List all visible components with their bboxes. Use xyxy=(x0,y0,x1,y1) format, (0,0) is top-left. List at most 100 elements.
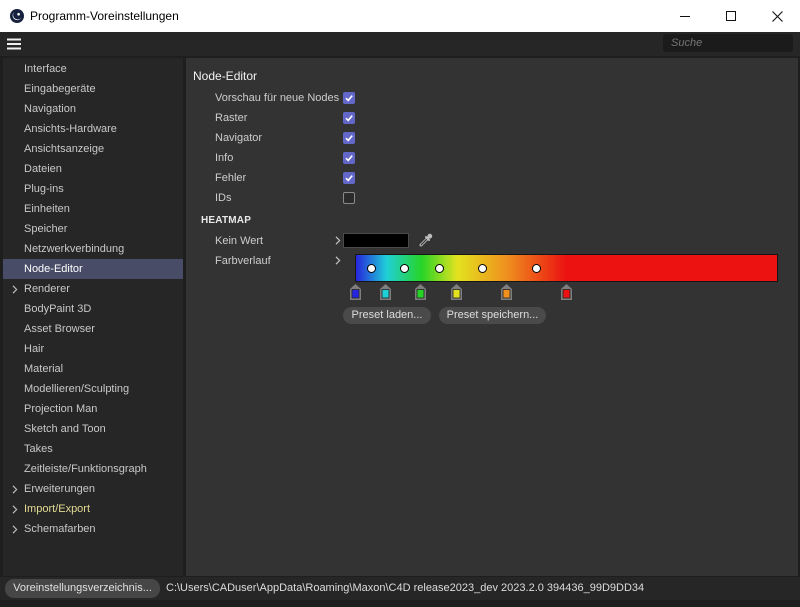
gradient-label: Farbverlauf xyxy=(215,255,271,267)
sidebar-item-label: Interface xyxy=(24,63,67,75)
sidebar-item-hair[interactable]: Hair xyxy=(3,339,183,359)
sidebar-item-label: Takes xyxy=(24,443,53,455)
eyedropper-icon[interactable] xyxy=(418,232,434,248)
gradient-knot[interactable] xyxy=(349,284,361,300)
sidebar-item-import-export[interactable]: Import/Export xyxy=(3,499,183,519)
sidebar-item-label: Schemafarben xyxy=(24,523,96,535)
no-value-color-swatch[interactable] xyxy=(343,233,409,248)
cinema4d-logo-icon xyxy=(10,9,24,23)
menu-icon[interactable] xyxy=(7,38,21,50)
sidebar-item-label: Sketch and Toon xyxy=(24,423,106,435)
prefs-path: C:\Users\CADuser\AppData\Roaming\Maxon\C… xyxy=(166,582,645,594)
raster-checkbox[interactable] xyxy=(343,112,355,124)
search-input[interactable] xyxy=(663,34,793,52)
sidebar-item-einheiten[interactable]: Einheiten xyxy=(3,199,183,219)
gradient-knot[interactable] xyxy=(451,284,463,300)
gradient-midpoint-knot[interactable] xyxy=(366,264,376,273)
preset-load-button[interactable]: Preset laden... xyxy=(343,307,431,324)
sidebar-item-navigation[interactable]: Navigation xyxy=(3,99,183,119)
option-label: Info xyxy=(215,152,234,164)
minimize-icon xyxy=(680,16,690,17)
info-checkbox[interactable] xyxy=(343,152,355,164)
chevron-right-icon[interactable] xyxy=(12,505,18,514)
gradient-knot[interactable] xyxy=(415,284,427,300)
checkmark-icon xyxy=(345,155,353,162)
sidebar-item-label: Projection Man xyxy=(24,403,98,415)
sidebar-item-material[interactable]: Material xyxy=(3,359,183,379)
option-row-info: Info xyxy=(186,148,586,168)
sidebar-item-ansichts-hardware[interactable]: Ansichts-Hardware xyxy=(3,119,183,139)
preset-save-button[interactable]: Preset speichern... xyxy=(439,307,546,324)
sidebar-item-speicher[interactable]: Speicher xyxy=(3,219,183,239)
window-title: Programm-Voreinstellungen xyxy=(30,9,179,23)
option-row-fehler: Fehler xyxy=(186,168,586,188)
sidebar-item-label: Asset Browser xyxy=(24,323,95,335)
gradient-knot-row xyxy=(349,284,778,300)
sidebar-item-ansichtsanzeige[interactable]: Ansichtsanzeige xyxy=(3,139,183,159)
option-label: Raster xyxy=(215,112,248,124)
checkmark-icon xyxy=(345,115,353,122)
maximize-icon xyxy=(726,11,736,21)
sidebar-item-label: Hair xyxy=(24,343,45,355)
sidebar-item-takes[interactable]: Takes xyxy=(3,439,183,459)
sidebar-item-eingabegeraete[interactable]: Eingabegeräte xyxy=(3,79,183,99)
sidebar-item-label: Modellieren/Sculpting xyxy=(24,383,130,395)
sidebar-item-label: Eingabegeräte xyxy=(24,83,96,95)
sidebar-item-zeitleiste-funktionsgraph[interactable]: Zeitleiste/Funktionsgraph xyxy=(3,459,183,479)
sidebar-item-renderer[interactable]: Renderer xyxy=(3,279,183,299)
chevron-right-icon[interactable] xyxy=(12,285,18,294)
checkmark-icon xyxy=(345,135,353,142)
sidebar-item-plug-ins[interactable]: Plug-ins xyxy=(3,179,183,199)
ids-checkbox[interactable] xyxy=(343,192,355,204)
sidebar-item-label: Navigation xyxy=(24,103,76,115)
navigator-checkbox[interactable] xyxy=(343,132,355,144)
gradient-midpoint-knot[interactable] xyxy=(477,264,487,273)
chevron-right-icon[interactable] xyxy=(335,256,341,265)
toolbar xyxy=(0,32,800,56)
sidebar-item-erweiterungen[interactable]: Erweiterungen xyxy=(3,479,183,499)
chevron-right-icon[interactable] xyxy=(335,236,341,245)
vorschau-checkbox[interactable] xyxy=(343,92,355,104)
sidebar-item-asset-browser[interactable]: Asset Browser xyxy=(3,319,183,339)
option-row-navigator: Navigator xyxy=(186,128,586,148)
maximize-button[interactable] xyxy=(708,0,754,32)
chevron-right-icon[interactable] xyxy=(12,485,18,494)
sidebar-item-interface[interactable]: Interface xyxy=(3,59,183,79)
fehler-checkbox[interactable] xyxy=(343,172,355,184)
sidebar-item-dateien[interactable]: Dateien xyxy=(3,159,183,179)
sidebar-item-label: BodyPaint 3D xyxy=(24,303,92,315)
sidebar-item-label: Netzwerkverbindung xyxy=(24,243,125,255)
sidebar-item-label: Ansichts-Hardware xyxy=(24,123,117,135)
sidebar-item-bodypaint-3d[interactable]: BodyPaint 3D xyxy=(3,299,183,319)
gradient-knot[interactable] xyxy=(560,284,572,300)
sidebar-item-label: Erweiterungen xyxy=(24,483,95,495)
sidebar-item-projection-man[interactable]: Projection Man xyxy=(3,399,183,419)
checkmark-icon xyxy=(345,175,353,182)
sidebar-item-schemafarben[interactable]: Schemafarben xyxy=(3,519,183,539)
sidebar-item-modellieren-sculpting[interactable]: Modellieren/Sculpting xyxy=(3,379,183,399)
sidebar-item-label: Einheiten xyxy=(24,203,70,215)
close-button[interactable] xyxy=(754,0,800,32)
chevron-right-icon[interactable] xyxy=(12,525,18,534)
prefs-folder-button[interactable]: Voreinstellungsverzeichnis... xyxy=(5,579,160,598)
gradient-midpoint-knot[interactable] xyxy=(435,264,445,273)
sidebar-item-sketch-and-toon[interactable]: Sketch and Toon xyxy=(3,419,183,439)
gradient-midpoint-knot[interactable] xyxy=(399,264,409,273)
gradient-knot[interactable] xyxy=(501,284,513,300)
option-row-ids: IDs xyxy=(186,188,586,208)
gradient-knot[interactable] xyxy=(380,284,392,300)
gradient-bar[interactable] xyxy=(355,254,778,282)
status-bar: Voreinstellungsverzeichnis... C:\Users\C… xyxy=(0,577,800,600)
settings-panel: Node-Editor Vorschau für neue Nodes Rast… xyxy=(186,58,798,576)
sidebar: Interface Eingabegeräte Navigation Ansic… xyxy=(3,58,183,576)
minimize-button[interactable] xyxy=(662,0,708,32)
option-label: Vorschau für neue Nodes xyxy=(215,92,340,104)
gradient-midpoint-knot[interactable] xyxy=(532,264,542,273)
sidebar-item-netzwerkverbindung[interactable]: Netzwerkverbindung xyxy=(3,239,183,259)
sidebar-item-node-editor[interactable]: Node-Editor xyxy=(3,259,183,279)
option-label: Fehler xyxy=(215,172,247,184)
option-row-vorschau: Vorschau für neue Nodes xyxy=(186,88,586,108)
sidebar-item-label: Ansichtsanzeige xyxy=(24,143,105,155)
section-heading: Node-Editor xyxy=(193,69,258,83)
title-bar: Programm-Voreinstellungen xyxy=(0,0,800,32)
